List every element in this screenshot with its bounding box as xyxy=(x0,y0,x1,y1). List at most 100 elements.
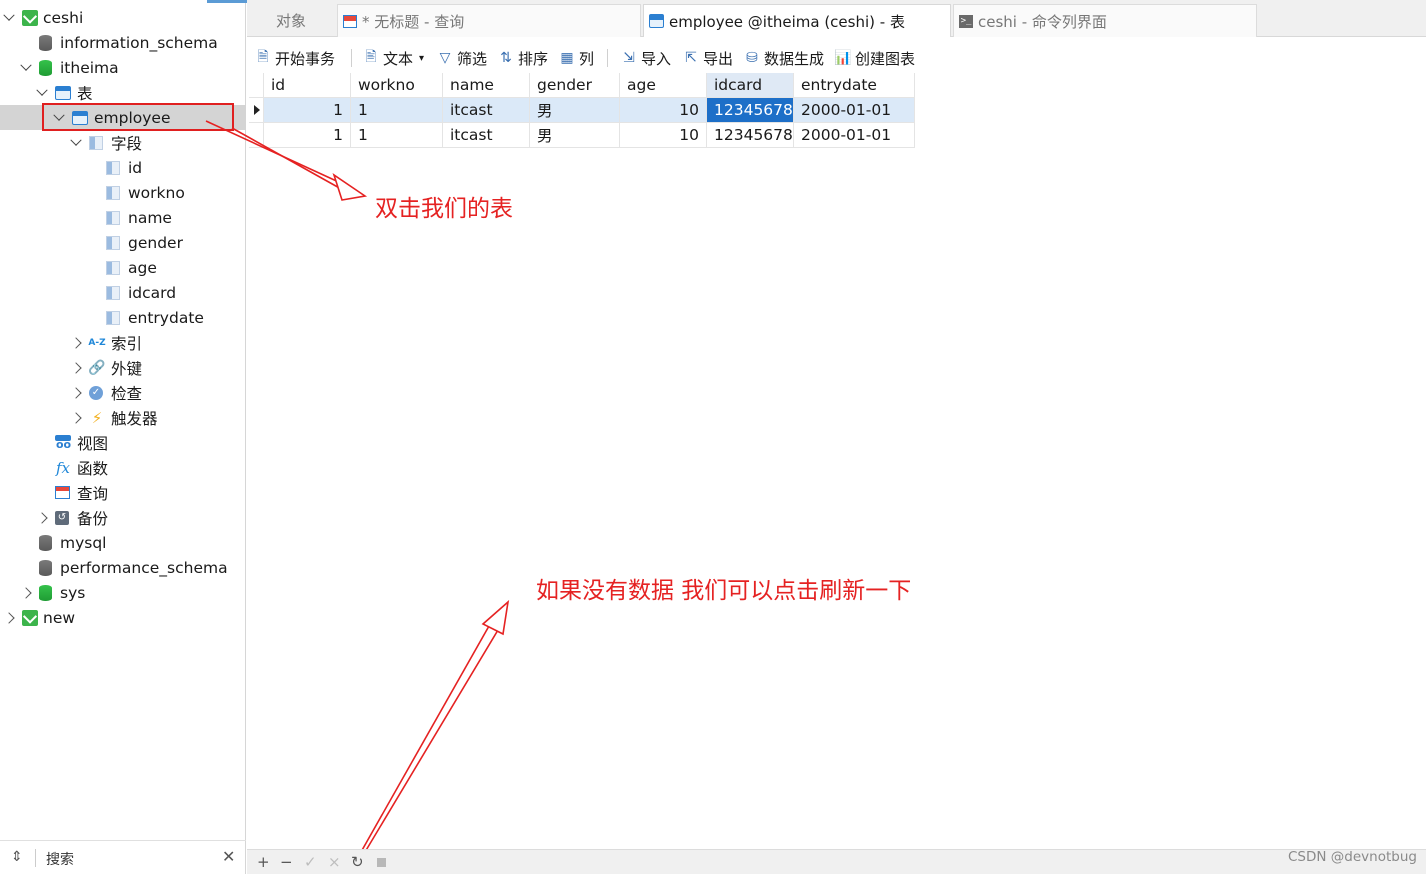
apply-changes-button[interactable]: ✓ xyxy=(304,853,317,871)
tree-item-connection-ceshi[interactable]: ceshi xyxy=(0,5,246,30)
tree-item-field[interactable]: id xyxy=(0,155,246,180)
table-cell[interactable]: 1 xyxy=(264,98,351,123)
tab-command-line[interactable]: >_ ceshi - 命令列界面 xyxy=(953,4,1257,37)
export-button[interactable]: ⇱ 导出 xyxy=(683,47,733,69)
table-cell[interactable]: 男 xyxy=(530,98,620,123)
search-input[interactable]: 搜索 xyxy=(46,849,74,869)
tree-item-checks[interactable]: ✓ 检查 xyxy=(0,380,246,405)
tab-employee-table[interactable]: employee @itheima (ceshi) - 表 xyxy=(643,4,951,37)
tree-item-functions[interactable]: fx 函数 xyxy=(0,455,246,480)
table-cell[interactable]: 10 xyxy=(620,123,707,148)
chevron-right-icon[interactable] xyxy=(70,412,82,424)
table-cell[interactable]: itcast xyxy=(443,98,530,123)
chevron-down-icon[interactable] xyxy=(70,137,82,149)
column-header-id[interactable]: id xyxy=(264,73,351,98)
table-cell[interactable]: 2000-01-01 xyxy=(794,123,915,148)
add-record-button[interactable]: + xyxy=(257,853,270,871)
button-label: 数据生成 xyxy=(764,49,825,68)
tree-item-database-sys[interactable]: sys xyxy=(0,580,246,605)
tree-item-field[interactable]: idcard xyxy=(0,280,246,305)
chevron-right-icon[interactable] xyxy=(36,512,48,524)
table-cell[interactable]: 123456789 xyxy=(707,123,794,148)
table-cell[interactable]: 1 xyxy=(264,123,351,148)
table-cell[interactable]: 男 xyxy=(530,123,620,148)
tab-objects[interactable]: 对象 xyxy=(247,4,335,37)
table-cell[interactable]: itcast xyxy=(443,123,530,148)
sort-button[interactable]: ⇅ 排序 xyxy=(498,47,548,69)
row-marker[interactable] xyxy=(249,98,264,123)
search-options-icon[interactable]: ⇕ xyxy=(11,849,23,865)
delete-record-button[interactable]: − xyxy=(280,853,293,871)
tree-item-label: id xyxy=(128,158,143,177)
close-icon[interactable]: ✕ xyxy=(222,847,235,866)
table-cell[interactable]: 1 xyxy=(351,98,443,123)
chevron-down-icon[interactable] xyxy=(20,62,32,74)
table-cell[interactable]: 1 xyxy=(351,123,443,148)
tree-item-label: 查询 xyxy=(77,484,109,503)
tree-item-label: performance_schema xyxy=(60,558,228,577)
chevron-right-icon[interactable] xyxy=(3,612,15,624)
tree-item-database[interactable]: information_schema xyxy=(0,30,246,55)
text-view-button[interactable]: 🖹 文本 ▾ xyxy=(363,47,424,69)
row-marker[interactable] xyxy=(249,123,264,148)
column-header-workno[interactable]: workno xyxy=(351,73,443,98)
tree-item-label: new xyxy=(43,608,76,627)
button-label: 文本 xyxy=(383,49,414,68)
tree-item-fields[interactable]: 字段 xyxy=(0,130,246,155)
column-header-gender[interactable]: gender xyxy=(530,73,620,98)
text-icon: 🖹 xyxy=(365,49,377,65)
column-header-name[interactable]: name xyxy=(443,73,530,98)
chevron-right-icon[interactable] xyxy=(70,387,82,399)
tree-item-field[interactable]: entrydate xyxy=(0,305,246,330)
chevron-right-icon[interactable] xyxy=(70,337,82,349)
tree-item-label: itheima xyxy=(60,58,119,77)
table-cell[interactable]: 10 xyxy=(620,98,707,123)
divider xyxy=(35,849,36,867)
chevron-right-icon[interactable] xyxy=(70,362,82,374)
tree-item-views[interactable]: 视图 xyxy=(0,430,246,455)
refresh-button[interactable]: ↻ xyxy=(351,853,364,871)
tree-item-label: 外键 xyxy=(111,359,143,378)
table-cell-focused[interactable]: 123456789 xyxy=(707,98,794,123)
tree-item-triggers[interactable]: ⚡ 触发器 xyxy=(0,405,246,430)
tab-query[interactable]: * 无标题 - 查询 xyxy=(337,4,641,37)
data-generation-button[interactable]: ⛁ 数据生成 xyxy=(744,47,824,69)
tree-item-tables[interactable]: 表 xyxy=(0,80,246,105)
create-chart-button[interactable]: 📊 创建图表 xyxy=(834,47,915,69)
button-label: 导出 xyxy=(703,49,734,68)
stop-icon[interactable] xyxy=(377,858,386,867)
tree-item-field[interactable]: workno xyxy=(0,180,246,205)
import-button[interactable]: ⇲ 导入 xyxy=(621,47,671,69)
tree-item-field[interactable]: age xyxy=(0,255,246,280)
tree-item-foreign-keys[interactable]: 🔗 外键 xyxy=(0,355,246,380)
tree-item-field[interactable]: gender xyxy=(0,230,246,255)
column-header-age[interactable]: age xyxy=(620,73,707,98)
tree-item-database[interactable]: mysql xyxy=(0,530,246,555)
tree-item-field[interactable]: name xyxy=(0,205,246,230)
discard-changes-button[interactable]: × xyxy=(328,853,341,871)
tree-item-database-itheima[interactable]: itheima xyxy=(0,55,246,80)
tree-item-label: name xyxy=(128,208,172,227)
column-header-entrydate[interactable]: entrydate xyxy=(794,73,915,98)
index-icon: A-Z xyxy=(88,337,106,348)
table-cell[interactable]: 2000-01-01 xyxy=(794,98,915,123)
tree-item-connection-new[interactable]: new xyxy=(0,605,246,630)
connection-icon xyxy=(22,9,38,26)
tree-item-database[interactable]: performance_schema xyxy=(0,555,246,580)
chevron-down-icon[interactable] xyxy=(36,87,48,99)
tree-item-indexes[interactable]: A-Z 索引 xyxy=(0,330,246,355)
columns-button[interactable]: ▦ 列 xyxy=(559,47,594,69)
chevron-down-icon[interactable] xyxy=(3,12,15,24)
tree-item-backups[interactable]: ↺ 备份 xyxy=(0,505,246,530)
button-label: 筛选 xyxy=(457,49,488,68)
dropdown-arrow-icon[interactable]: ▾ xyxy=(419,53,424,64)
begin-transaction-button[interactable]: 🗎 开始事务 xyxy=(255,47,335,69)
column-header-idcard[interactable]: idcard xyxy=(707,73,794,98)
function-icon: fx xyxy=(55,458,70,477)
chevron-right-icon[interactable] xyxy=(20,587,32,599)
tree-item-label: information_schema xyxy=(60,33,218,52)
tree-item-queries[interactable]: 查询 xyxy=(0,480,246,505)
button-label: 开始事务 xyxy=(275,49,336,68)
filter-button[interactable]: ▽ 筛选 xyxy=(437,47,487,69)
button-label: 排序 xyxy=(518,49,549,68)
